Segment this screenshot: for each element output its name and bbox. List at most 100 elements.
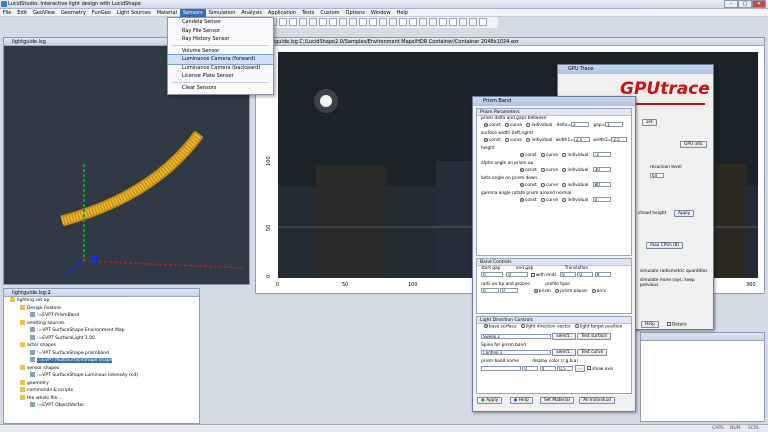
width-curve-radio[interactable] <box>505 137 510 142</box>
apply-gpu-button[interactable]: Apply <box>674 210 695 217</box>
menu-geometry[interactable]: Geometry <box>58 9 89 17</box>
tree-item[interactable]: :=EVPT ObjectVector <box>4 402 199 410</box>
menu-edit[interactable]: Edit <box>14 9 30 17</box>
menu-item-ray-history-sensor[interactable]: Ray History Sensor <box>168 35 273 44</box>
light-direction-header[interactable]: Light Direction Controls <box>477 317 631 324</box>
translation-x-field[interactable]: 0 <box>559 272 576 277</box>
radius-tip-field[interactable]: 0 <box>481 288 499 293</box>
gpu-info-button[interactable]: GPU info <box>680 141 707 148</box>
tool-icon[interactable] <box>279 18 287 26</box>
height-individual-radio[interactable] <box>562 152 567 157</box>
alpha-const-radio[interactable] <box>520 167 524 172</box>
band-controls-header[interactable]: Band Controls <box>477 259 631 266</box>
tree-item[interactable]: emitting sources <box>4 319 199 328</box>
menu-tests[interactable]: Tests <box>299 9 317 17</box>
menu-item-luminance-camera-forward[interactable]: Luminance Camera (forward) <box>167 54 274 65</box>
tree-item[interactable]: Design Feature <box>4 304 199 313</box>
menu-light-sources[interactable]: Light Sources <box>114 9 154 17</box>
with-ends-checkbox[interactable] <box>530 272 535 277</box>
tool-icon[interactable] <box>299 18 307 26</box>
color-g-field[interactable]: 0 <box>539 365 556 371</box>
gpu-help-button[interactable]: Help <box>641 321 659 328</box>
select-spine-button[interactable]: select.. <box>552 348 576 356</box>
menu-item-license-plate-sensor[interactable]: License Plate Sensor <box>168 72 273 81</box>
height-const-radio[interactable] <box>520 152 524 157</box>
tree-item[interactable]: lighting set up <box>4 297 199 305</box>
tree-item[interactable]: :=VPT SurfaceShape Environment Map <box>4 327 199 335</box>
menu-application[interactable]: Application <box>265 9 299 17</box>
tree-item[interactable]: :=VPT SurfaceShape prismband <box>4 349 199 358</box>
tool-icon[interactable] <box>479 18 487 26</box>
tool-icon[interactable] <box>379 18 387 26</box>
start-gap-field[interactable]: 0 <box>481 272 503 277</box>
profile-arcv-radio[interactable] <box>591 288 596 293</box>
tool-icon[interactable] <box>309 18 317 26</box>
tool-icon[interactable] <box>349 18 357 26</box>
alpha-individual-radio[interactable] <box>562 167 567 172</box>
menu-item-ray-file-sensor[interactable]: Ray File Sensor <box>168 27 273 36</box>
details-checkbox-wrap[interactable]: Details <box>666 322 687 328</box>
maximize-button[interactable]: □ <box>738 0 752 8</box>
menu-material[interactable]: Material <box>154 9 180 17</box>
tree-item[interactable]: actor shapes <box>4 342 199 350</box>
all-individual-button[interactable]: All Individual <box>579 397 615 404</box>
tool-icon[interactable] <box>399 18 407 26</box>
band-name-field[interactable] <box>481 365 521 371</box>
menu-item-clear-sensors[interactable]: Clear Sensors <box>168 84 273 93</box>
width1-field[interactable]: 2.5 <box>573 137 590 142</box>
end-gap-field[interactable]: 0 <box>506 272 529 277</box>
menu-sensors[interactable]: Sensors <box>180 8 206 17</box>
set-button[interactable]: set <box>642 119 657 126</box>
base-surface-radio[interactable] <box>484 324 488 328</box>
tool-icon[interactable] <box>339 18 347 26</box>
show-axis-checkbox[interactable] <box>587 366 592 370</box>
height-field[interactable]: -3 <box>592 152 611 157</box>
delta-const-radio[interactable] <box>484 122 488 127</box>
simulate-more-rays-label[interactable]: simulate more rays; keep previous <box>640 278 713 288</box>
menu-window[interactable]: Window <box>368 9 394 17</box>
tool-icon[interactable] <box>439 18 447 26</box>
simulate-radiometric-label[interactable]: simulate radiometric quantities <box>640 269 707 274</box>
width2-field[interactable]: 2.5 <box>611 137 628 142</box>
alpha-curve-radio[interactable] <box>541 167 546 172</box>
delta-curve-radio[interactable] <box>505 122 510 127</box>
menu-help[interactable]: Help <box>394 9 411 17</box>
color-b-field[interactable]: 0.5 <box>557 365 574 371</box>
light-target-radio[interactable] <box>574 324 579 328</box>
radius-groove-field[interactable]: 0 <box>500 288 519 293</box>
tool-icon[interactable] <box>459 18 467 26</box>
tree-item[interactable]: commands & scripts <box>4 387 199 395</box>
test-surface-button[interactable]: Test surface <box>577 332 611 340</box>
gamma-const-radio[interactable] <box>520 197 524 202</box>
apply-button[interactable]: ● Apply <box>477 397 503 404</box>
menu-item-luminance-camera-backward[interactable]: Luminance Camera (backward) <box>168 64 273 73</box>
tree-item[interactable]: :=EVPT MultiSurfaceShape shape <box>4 357 199 365</box>
translation-z-field[interactable]: 0 <box>594 272 611 277</box>
menu-options[interactable]: Options <box>343 9 368 17</box>
delta-field[interactable]: 2 <box>571 122 590 127</box>
menu-geoview[interactable]: GeoView <box>30 9 58 17</box>
details-checkbox[interactable] <box>667 322 671 326</box>
help-button[interactable]: ● Help <box>509 397 533 404</box>
spine-field[interactable]: Contino 1 <box>481 349 551 355</box>
profile-prism-radio[interactable] <box>533 288 538 293</box>
gamma-field[interactable]: 0 <box>592 197 611 202</box>
translation-y-field[interactable]: 0 <box>577 272 594 277</box>
menu-item-candela-sensor[interactable]: Candela Sensor <box>168 18 273 27</box>
beta-const-radio[interactable] <box>520 182 524 187</box>
delta-individual-radio[interactable] <box>526 122 531 127</box>
beta-field[interactable]: 80 <box>592 182 611 187</box>
close-button[interactable]: ✕ <box>752 0 766 8</box>
tree-item[interactable]: sensor shapes <box>4 364 199 373</box>
base-surface-field[interactable]: Sweep 2 <box>481 333 551 339</box>
gamma-individual-radio[interactable] <box>562 197 567 202</box>
tool-icon[interactable] <box>289 18 297 26</box>
prism-parameters-header[interactable]: Prism Parameters <box>477 109 631 116</box>
menu-item-volume-sensor[interactable]: Volume Sensor <box>168 47 273 56</box>
tool-icon[interactable] <box>319 18 327 26</box>
tree-item[interactable]: :=VPT SurfaceShape Luminous Intensity (c… <box>4 372 199 380</box>
color-picker-button[interactable]: … <box>574 364 585 372</box>
color-r-field[interactable]: 0 <box>522 365 539 371</box>
menu-simulation[interactable]: Simulation <box>206 9 239 17</box>
gamma-curve-radio[interactable] <box>541 197 546 202</box>
